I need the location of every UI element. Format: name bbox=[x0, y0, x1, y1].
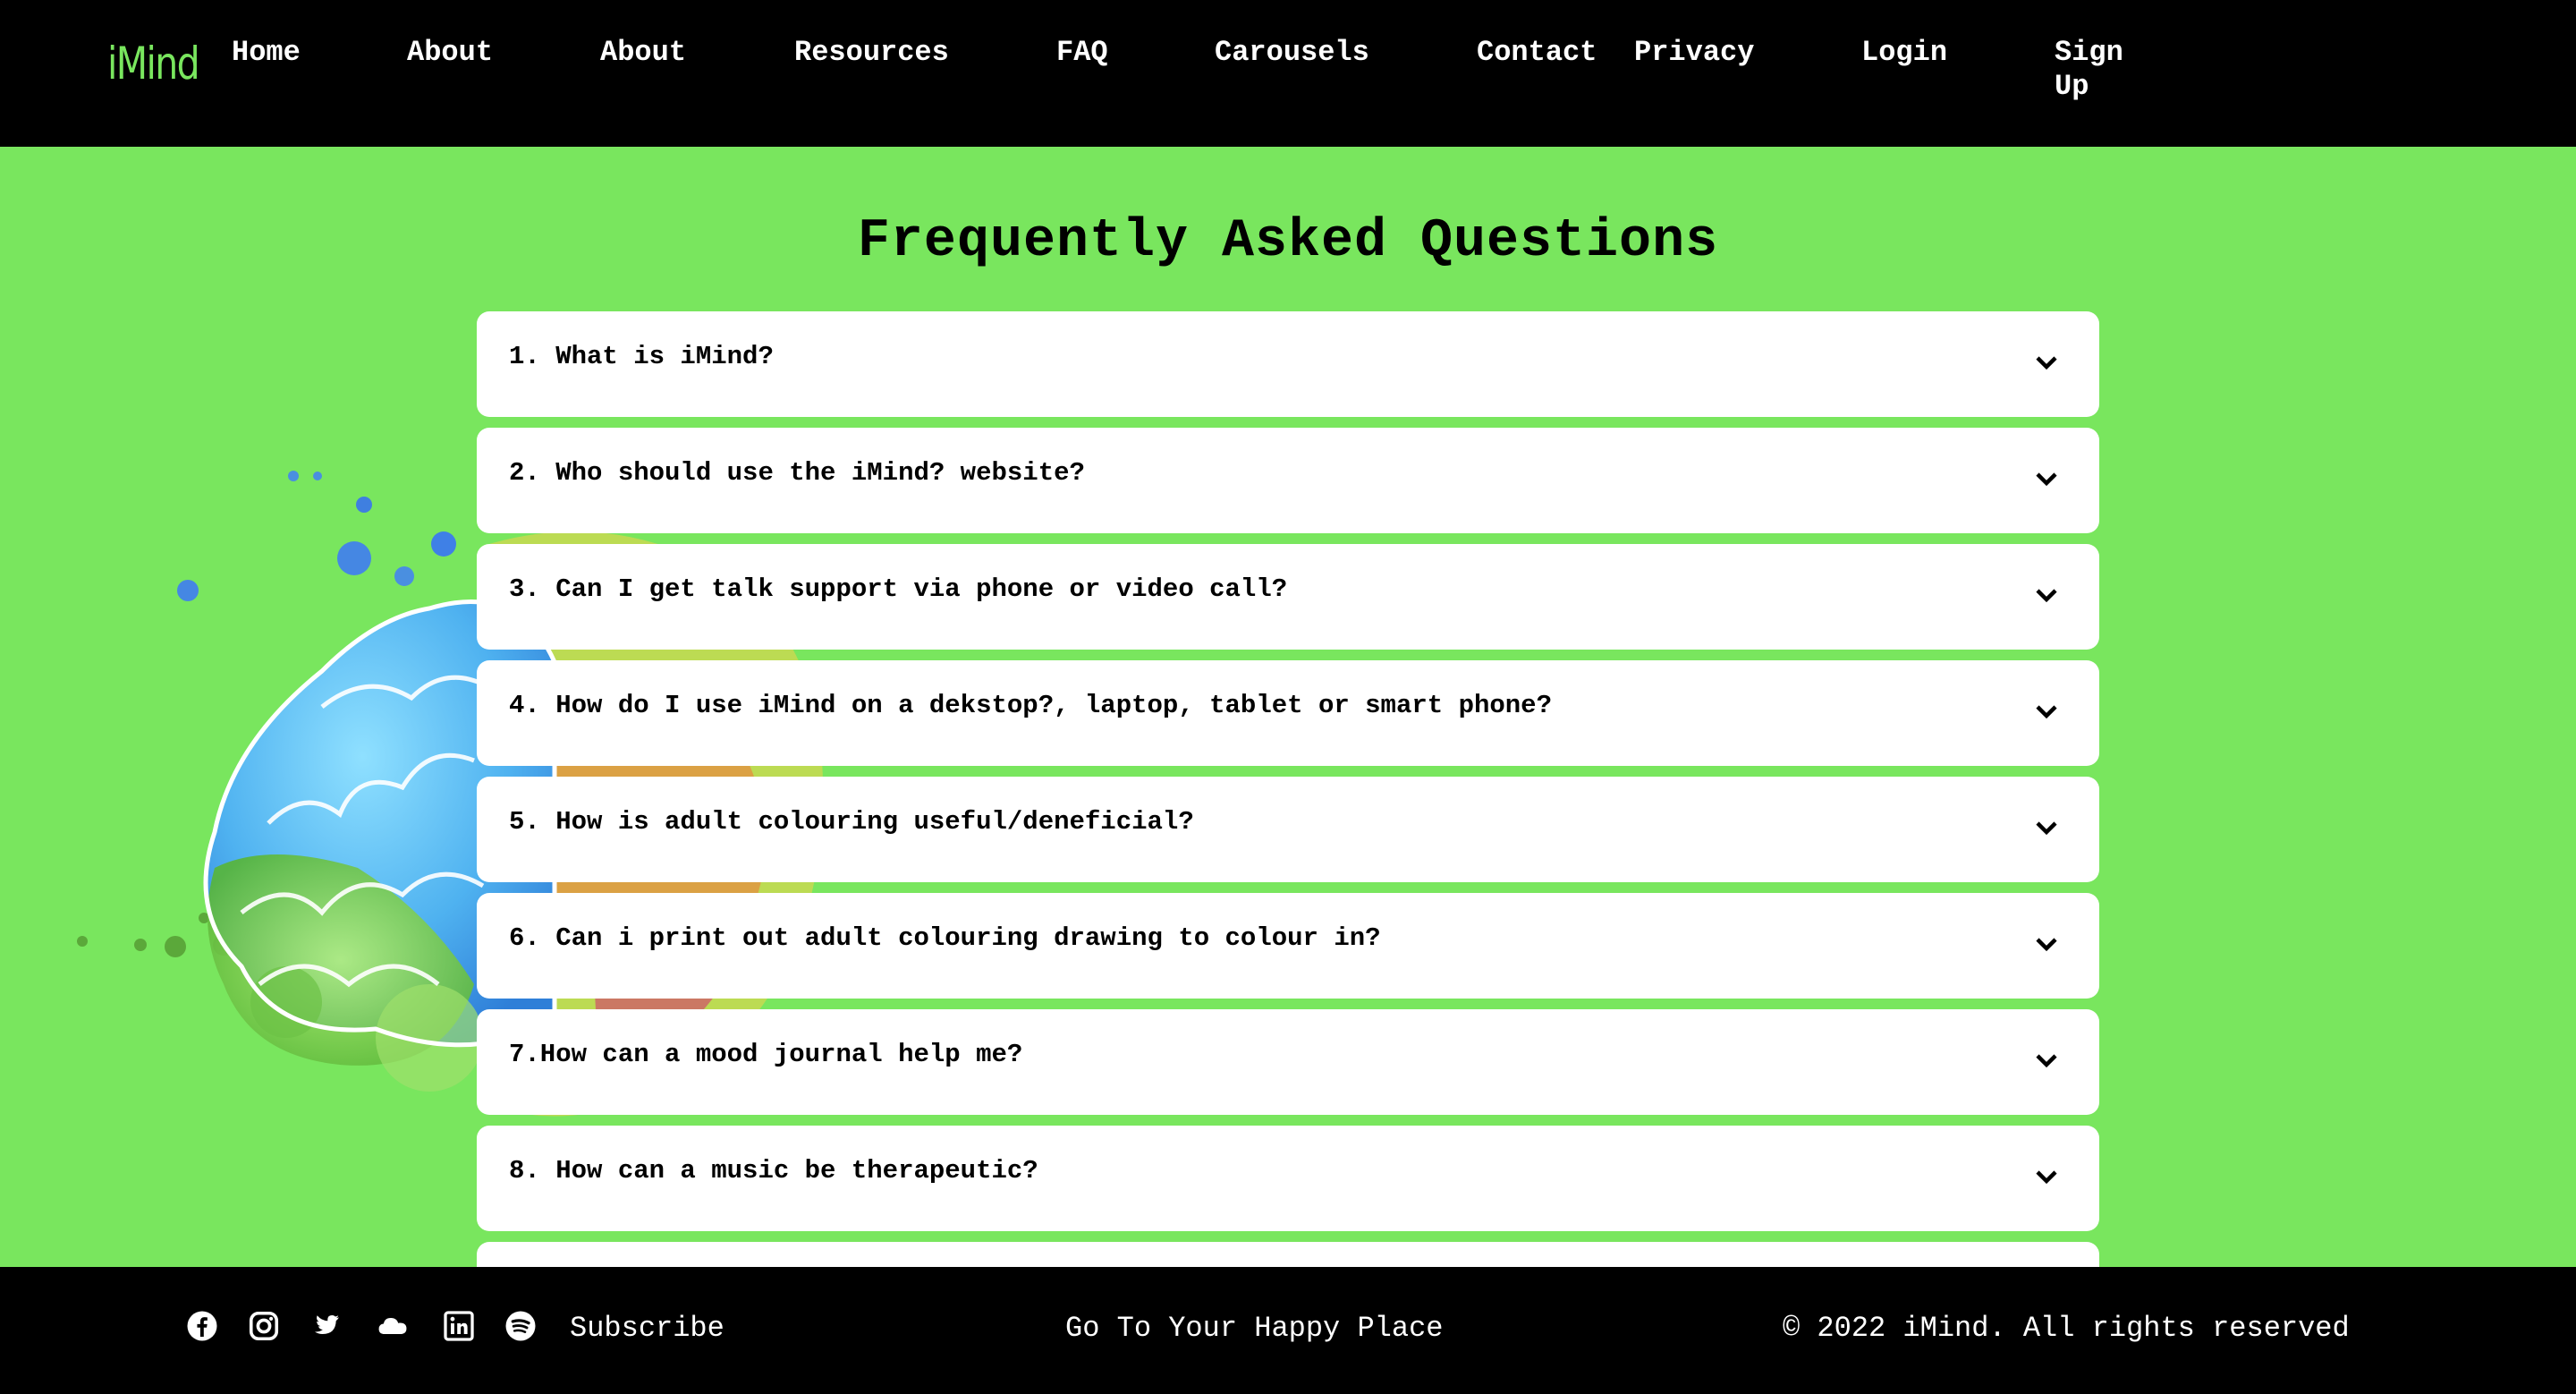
faq-question: 7.How can a mood journal help me? bbox=[509, 1040, 1023, 1069]
faq-item-5[interactable]: 5. How is adult colouring useful/denefic… bbox=[477, 777, 2099, 882]
nav-privacy[interactable]: Privacy bbox=[1634, 36, 1754, 70]
faq-question: 2. Who should use the iMind? website? bbox=[509, 458, 1085, 488]
faq-item-7[interactable]: 7.How can a mood journal help me? bbox=[477, 1009, 2099, 1115]
facebook-icon[interactable] bbox=[186, 1310, 218, 1342]
nav-login[interactable]: Login bbox=[1861, 36, 1947, 70]
nav-sign-up[interactable]: Sign Up bbox=[2055, 36, 2123, 104]
chevron-down-icon[interactable] bbox=[2033, 818, 2060, 837]
nav-faq[interactable]: FAQ bbox=[1056, 36, 1108, 70]
faq-question: 5. How is adult colouring useful/denefic… bbox=[509, 807, 1194, 837]
nav-contact[interactable]: Contact bbox=[1477, 36, 1597, 70]
chevron-down-icon[interactable] bbox=[2033, 469, 2060, 489]
chevron-down-icon[interactable] bbox=[2033, 701, 2060, 721]
faq-item-9[interactable] bbox=[477, 1242, 2099, 1267]
chevron-down-icon[interactable] bbox=[2033, 585, 2060, 605]
faq-item-4[interactable]: 4. How do I use iMind on a dekstop?, lap… bbox=[477, 660, 2099, 766]
nav-about[interactable]: About bbox=[407, 36, 493, 70]
faq-item-2[interactable]: 2. Who should use the iMind? website? bbox=[477, 428, 2099, 533]
faq-item-3[interactable]: 3. Can I get talk support via phone or v… bbox=[477, 544, 2099, 650]
chevron-down-icon[interactable] bbox=[2033, 1050, 2060, 1070]
faq-item-1[interactable]: 1. What is iMind? bbox=[477, 311, 2099, 417]
nav-home[interactable]: Home bbox=[232, 36, 301, 70]
footer-tagline: Go To Your Happy Place bbox=[1065, 1312, 1444, 1345]
faq-question: 8. How can a music be therapeutic? bbox=[509, 1156, 1038, 1186]
chevron-down-icon[interactable] bbox=[2033, 1167, 2060, 1186]
faq-question: 3. Can I get talk support via phone or v… bbox=[509, 574, 1288, 604]
footer: Subscribe Go To Your Happy Place © 2022 … bbox=[0, 1267, 2576, 1394]
imind-logo[interactable]: iMind bbox=[107, 38, 200, 89]
nav-carousels[interactable]: Carousels bbox=[1215, 36, 1369, 70]
faq-item-6[interactable]: 6. Can i print out adult colouring drawi… bbox=[477, 893, 2099, 999]
nav-about-2[interactable]: About bbox=[600, 36, 686, 70]
faq-question: 6. Can i print out adult colouring drawi… bbox=[509, 923, 1381, 953]
nav-resources[interactable]: Resources bbox=[794, 36, 949, 70]
faq-question: 4. How do I use iMind on a dekstop?, lap… bbox=[509, 691, 1552, 720]
faq-item-8[interactable]: 8. How can a music be therapeutic? bbox=[477, 1126, 2099, 1231]
faq-question: 1. What is iMind? bbox=[509, 342, 774, 371]
chevron-down-icon[interactable] bbox=[2033, 353, 2060, 372]
top-navbar: iMind Home About About Resources FAQ Car… bbox=[0, 0, 2576, 147]
faq-list: 1. What is iMind? 2. Who should use the … bbox=[477, 311, 2099, 1267]
instagram-icon[interactable] bbox=[248, 1310, 280, 1342]
subscribe-link[interactable]: Subscribe bbox=[570, 1312, 724, 1345]
spotify-icon[interactable] bbox=[504, 1310, 537, 1342]
page-title: Frequently Asked Questions bbox=[857, 211, 1719, 272]
chevron-down-icon[interactable] bbox=[2033, 934, 2060, 954]
copyright-text: © 2022 iMind. All rights reserved bbox=[1783, 1312, 2350, 1345]
twitter-icon[interactable] bbox=[309, 1310, 342, 1342]
cloud-icon[interactable] bbox=[377, 1310, 409, 1342]
linkedin-icon[interactable] bbox=[443, 1310, 475, 1342]
